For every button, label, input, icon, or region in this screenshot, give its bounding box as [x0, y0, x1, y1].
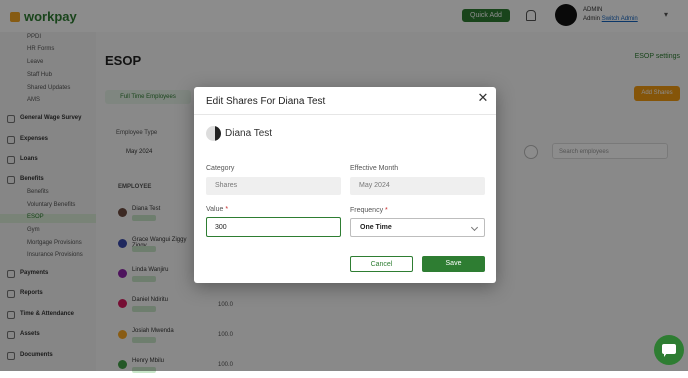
frequency-select[interactable]: One Time — [350, 218, 485, 237]
chevron-down-icon — [470, 223, 479, 232]
category-field: Shares — [206, 177, 341, 195]
frequency-value: One Time — [360, 224, 392, 231]
chat-button[interactable] — [654, 335, 684, 365]
edit-shares-modal: Edit Shares For Diana Test ✕ Diana Test … — [194, 87, 496, 283]
effective-month-field: May 2024 — [350, 177, 485, 195]
divider — [194, 114, 496, 115]
modal-title: Edit Shares For Diana Test — [206, 96, 326, 107]
avatar-image — [215, 126, 221, 141]
chat-icon-tail — [664, 353, 670, 357]
required-mark: * — [385, 207, 388, 214]
value-label: Value * — [206, 206, 228, 213]
effective-month-label: Effective Month — [350, 165, 399, 172]
value-label-text: Value — [206, 206, 224, 213]
avatar — [206, 126, 221, 141]
frequency-label: Frequency * — [350, 207, 388, 214]
save-button[interactable]: Save — [422, 256, 485, 272]
frequency-label-text: Frequency — [350, 207, 384, 214]
close-icon[interactable]: ✕ — [477, 91, 489, 104]
cancel-button[interactable]: Cancel — [350, 256, 413, 272]
value-input[interactable] — [206, 217, 341, 237]
category-label: Category — [206, 165, 235, 172]
required-mark: * — [225, 206, 229, 213]
employee-name: Diana Test — [225, 128, 273, 139]
